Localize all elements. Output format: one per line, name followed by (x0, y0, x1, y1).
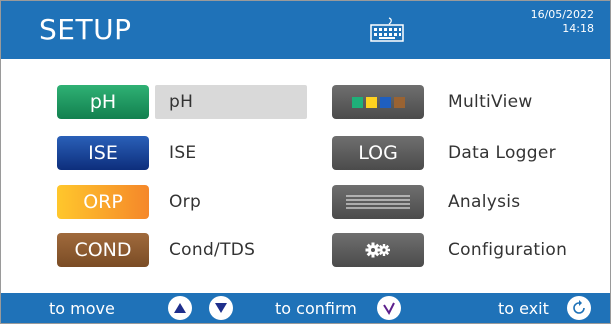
ise-button[interactable]: ISE (57, 136, 149, 170)
keyboard-icon[interactable] (370, 17, 404, 43)
gears-icon (365, 242, 390, 258)
multiview-label[interactable]: MultiView (448, 85, 533, 119)
datetime: 16/05/2022 14:18 (531, 8, 594, 36)
menu-item-datalogger[interactable]: LOG Data Logger (332, 136, 582, 170)
configuration-label[interactable]: Configuration (448, 233, 567, 267)
configuration-button[interactable] (332, 233, 424, 267)
orp-button[interactable]: ORP (57, 185, 149, 219)
footer-bar: to move to confirm to exit (1, 293, 610, 323)
square-blue (379, 96, 391, 108)
cond-label[interactable]: Cond/TDS (169, 233, 255, 267)
analysis-label[interactable]: Analysis (448, 185, 520, 219)
ph-label[interactable]: pH (155, 85, 307, 119)
ph-button[interactable]: pH (57, 85, 149, 119)
square-brown (393, 96, 405, 108)
confirm-check-icon[interactable] (377, 296, 401, 320)
exit-circle-arrow-icon[interactable] (567, 296, 591, 320)
page-title: SETUP (39, 13, 132, 46)
header-bar: SETUP 16/05/2022 14:18 (1, 1, 610, 59)
square-green (351, 96, 363, 108)
lines-icon (346, 195, 410, 209)
up-arrow-icon[interactable] (168, 296, 192, 320)
log-button[interactable]: LOG (332, 136, 424, 170)
menu-item-orp[interactable]: ORP Orp (57, 185, 307, 219)
cond-button[interactable]: COND (57, 233, 149, 267)
exit-hint: to exit (498, 299, 549, 318)
time-text: 14:18 (562, 22, 594, 35)
down-arrow-icon[interactable] (209, 296, 233, 320)
ise-label[interactable]: ISE (169, 136, 196, 170)
menu-item-configuration[interactable]: Configuration (332, 233, 582, 267)
multiview-button[interactable] (332, 85, 424, 119)
menu-item-ise[interactable]: ISE ISE (57, 136, 307, 170)
datalogger-label[interactable]: Data Logger (448, 136, 556, 170)
device-screen: SETUP 16/05/2022 14:18 pH pH ISE ISE ORP… (0, 0, 611, 324)
menu-item-analysis[interactable]: Analysis (332, 185, 582, 219)
move-hint: to move (49, 299, 115, 318)
date-text: 16/05/2022 (530, 8, 594, 21)
orp-label[interactable]: Orp (169, 185, 201, 219)
multiview-squares-icon (332, 85, 424, 119)
square-yellow (365, 96, 377, 108)
analysis-button[interactable] (332, 185, 424, 219)
menu-item-multiview[interactable]: MultiView (332, 85, 582, 119)
confirm-hint: to confirm (275, 299, 357, 318)
menu-item-cond[interactable]: COND Cond/TDS (57, 233, 307, 267)
menu-item-ph[interactable]: pH pH (57, 85, 307, 119)
